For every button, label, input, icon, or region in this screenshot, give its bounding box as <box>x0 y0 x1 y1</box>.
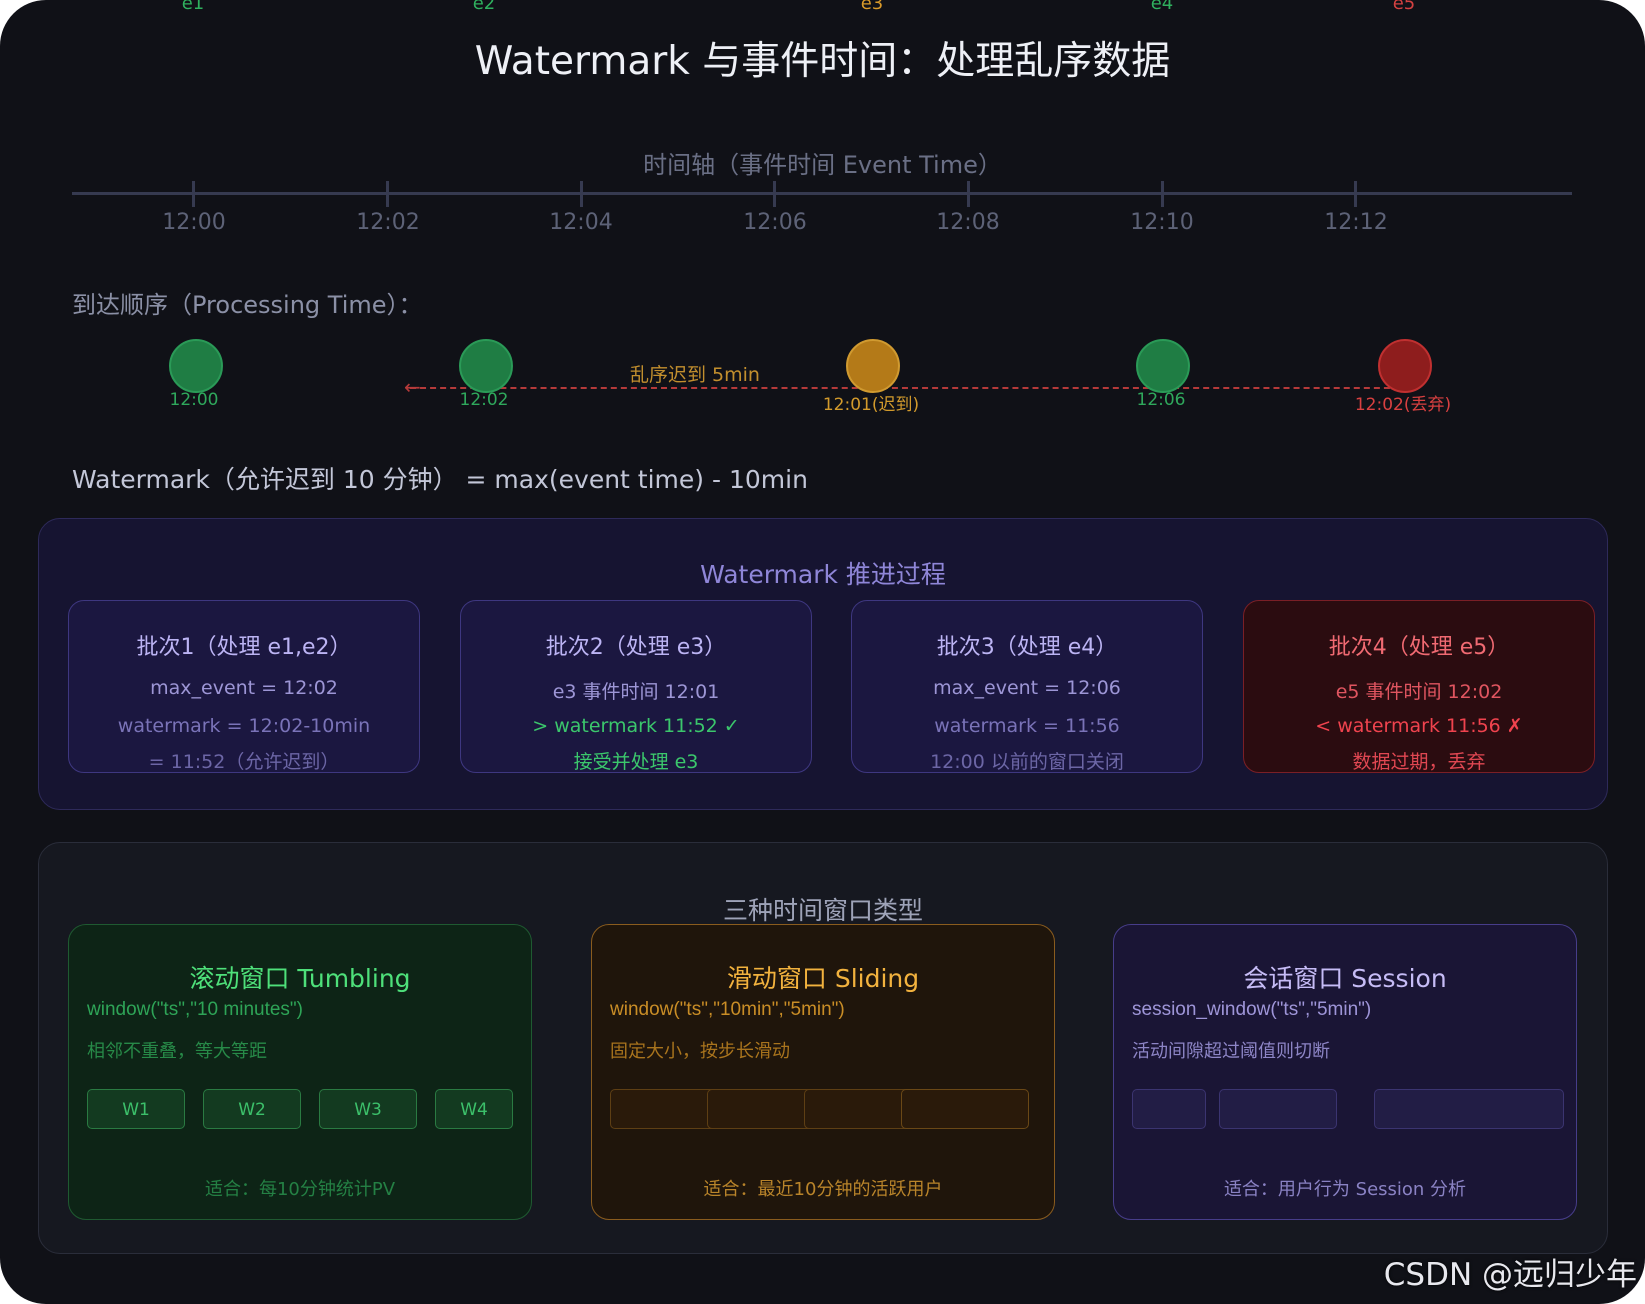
tumbling-window-w1: W1 <box>87 1089 185 1129</box>
event-label-e1: 12:00 <box>169 390 219 410</box>
session-desc: 活动间隙超过阈值则切断 <box>1132 1041 1330 1062</box>
axis-tick-label: 12:04 <box>549 210 613 235</box>
batch-card-3: 批次3（处理 e4） max_event = 12:06 watermark =… <box>851 600 1203 773</box>
batch-title: 批次1（处理 e1,e2） <box>136 635 352 660</box>
event-dot-e2 <box>459 339 513 393</box>
batch-card-2: 批次2（处理 e3） e3 事件时间 12:01 > watermark 11:… <box>460 600 812 773</box>
axis-tick-label: 12:08 <box>936 210 1000 235</box>
batch-line: max_event = 12:06 <box>933 677 1121 699</box>
batch-line: < watermark 11:56 ✗ <box>1315 715 1523 737</box>
progress-title: Watermark 推进过程 <box>700 560 946 589</box>
sliding-use: 适合：最近10分钟的活跃用户 <box>703 1179 943 1200</box>
batch-line: 数据过期，丢弃 <box>1352 751 1486 773</box>
event-tag-e4: e4 <box>1150 0 1174 14</box>
axis-tick <box>773 181 776 207</box>
diagram-canvas: e1 e2 e3 e4 e5 Watermark 与事件时间：处理乱序数据 时间… <box>0 0 1645 1304</box>
batch-line: > watermark 11:52 ✓ <box>532 715 740 737</box>
event-tag-e2: e2 <box>472 0 496 14</box>
session-code: session_window("ts","5min") <box>1132 999 1372 1020</box>
sliding-window-4 <box>901 1089 1029 1129</box>
session-window-3 <box>1374 1089 1564 1129</box>
axis-tick-label: 12:10 <box>1130 210 1194 235</box>
event-label-e2: 12:02 <box>459 390 509 410</box>
event-tag-e1: e1 <box>181 0 205 14</box>
axis-tick <box>1354 181 1357 207</box>
batch-line: max_event = 12:02 <box>150 677 338 699</box>
batch-title: 批次2（处理 e3） <box>545 635 727 660</box>
batch-line: = 11:52（允许迟到） <box>148 751 340 773</box>
axis-tick <box>386 181 389 207</box>
event-dot-e4 <box>1136 339 1190 393</box>
sliding-window-card: 滑动窗口 Sliding window("ts","10min","5min")… <box>591 924 1055 1220</box>
tumbling-window-w3: W3 <box>319 1089 417 1129</box>
tumbling-window-w2: W2 <box>203 1089 301 1129</box>
axis-line <box>72 192 1572 195</box>
session-window-card: 会话窗口 Session session_window("ts","5min")… <box>1113 924 1577 1220</box>
batch-card-4: 批次4（处理 e5） e5 事件时间 12:02 < watermark 11:… <box>1243 600 1595 773</box>
tumbling-desc: 相邻不重叠，等大等距 <box>87 1041 267 1062</box>
diagram-title: Watermark 与事件时间：处理乱序数据 <box>474 39 1171 84</box>
csdn-signature: CSDN @远归少年 <box>1383 1257 1637 1293</box>
batch-line: 接受并处理 e3 <box>573 751 699 773</box>
batch-title: 批次3（处理 e4） <box>936 635 1118 660</box>
event-tag-e5: e5 <box>1392 0 1416 14</box>
tumbling-use: 适合：每10分钟统计PV <box>204 1179 396 1200</box>
event-label-e3: 12:01(迟到) <box>822 395 920 415</box>
session-window-1 <box>1132 1089 1206 1129</box>
event-dot-e3 <box>846 339 900 393</box>
sliding-desc: 固定大小，按步长滑动 <box>610 1041 790 1062</box>
sliding-code: window("ts","10min","5min") <box>610 999 845 1020</box>
event-tag-e3: e3 <box>860 0 884 14</box>
window-types-title: 三种时间窗口类型 <box>722 896 923 925</box>
event-label-e4: 12:06 <box>1136 390 1186 410</box>
axis-tick <box>1161 181 1164 207</box>
tumbling-title: 滚动窗口 Tumbling <box>189 964 411 993</box>
tumbling-window-w4: W4 <box>435 1089 513 1129</box>
late-arrow-line <box>410 387 1410 389</box>
batch-line: watermark = 12:02-10min <box>117 715 371 737</box>
axis-tick-label: 12:12 <box>1324 210 1388 235</box>
batch-line: watermark = 11:56 <box>934 715 1120 737</box>
axis-tick-label: 12:02 <box>356 210 420 235</box>
event-dot-e1 <box>169 339 223 393</box>
tumbling-code: window("ts","10 minutes") <box>87 999 303 1020</box>
event-dot-e5 <box>1378 339 1432 393</box>
watermark-formula: Watermark（允许迟到 10 分钟） = max(event time) … <box>72 465 808 494</box>
session-use: 适合：用户行为 Session 分析 <box>1223 1179 1467 1200</box>
batch-line: e3 事件时间 12:01 <box>552 681 720 703</box>
batch-title: 批次4（处理 e5） <box>1328 635 1510 660</box>
tumbling-window-card: 滚动窗口 Tumbling window("ts","10 minutes") … <box>68 924 532 1220</box>
session-title: 会话窗口 Session <box>1243 964 1447 993</box>
sliding-title: 滑动窗口 Sliding <box>726 964 920 993</box>
session-window-2 <box>1219 1089 1337 1129</box>
axis-title: 时间轴（事件时间 Event Time） <box>643 151 1002 179</box>
axis-tick <box>967 181 970 207</box>
axis-tick <box>580 181 583 207</box>
axis-tick-label: 12:06 <box>743 210 807 235</box>
event-label-e5: 12:02(丢弃) <box>1354 395 1452 415</box>
processing-label: 到达顺序（Processing Time）： <box>72 291 423 319</box>
axis-tick-label: 12:00 <box>162 210 226 235</box>
late-note: 乱序迟到 5min <box>630 364 760 386</box>
axis-tick <box>192 181 195 207</box>
batch-line: 12:00 以前的窗口关闭 <box>930 751 1124 773</box>
batch-card-1: 批次1（处理 e1,e2） max_event = 12:02 watermar… <box>68 600 420 773</box>
batch-line: e5 事件时间 12:02 <box>1335 681 1503 703</box>
